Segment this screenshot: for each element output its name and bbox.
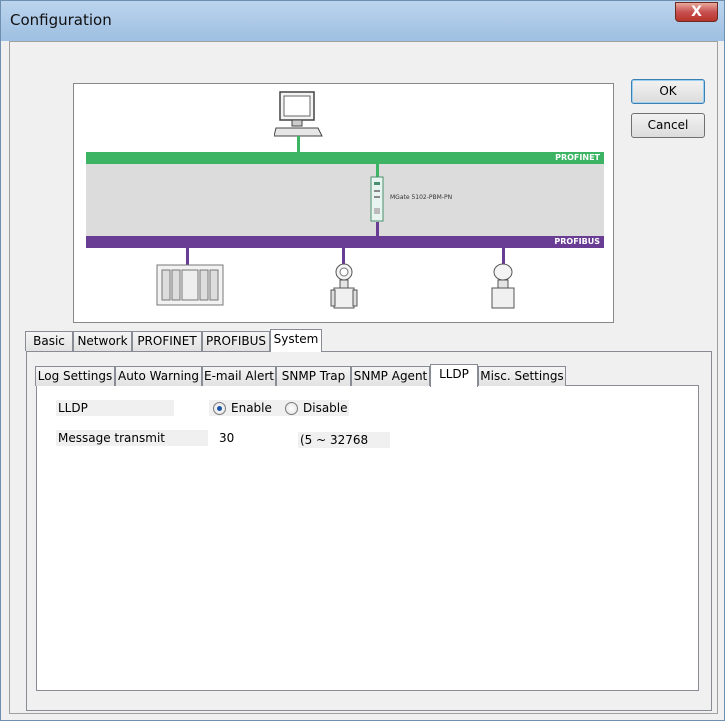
pressure-transmitter-icon — [491, 263, 515, 309]
tab-auto-warning[interactable]: Auto Warning — [115, 366, 202, 386]
profinet-bus: PROFINET — [86, 152, 604, 164]
gateway-zone — [86, 163, 604, 236]
ok-button[interactable]: OK — [631, 79, 705, 104]
gateway-device-icon — [370, 176, 384, 222]
tab-log-settings[interactable]: Log Settings — [35, 366, 115, 386]
lldp-disable-radio[interactable] — [285, 402, 298, 415]
plc-rack-icon — [156, 264, 224, 306]
profibus-bus: PROFIBUS — [86, 236, 604, 248]
window-title: Configuration — [10, 11, 112, 29]
tab-lldp[interactable]: LLDP — [430, 364, 478, 387]
profibus-label: PROFIBUS — [554, 237, 600, 246]
tab-basic[interactable]: Basic — [25, 331, 73, 351]
title-bar[interactable]: Configuration X — [1, 1, 724, 41]
lldp-label: LLDP — [56, 400, 174, 416]
message-transmit-label: Message transmit — [56, 430, 208, 446]
message-transmit-value[interactable]: 30 — [219, 430, 234, 446]
cancel-button[interactable]: Cancel — [631, 113, 705, 138]
pc-link-line — [297, 136, 300, 153]
close-button[interactable]: X — [675, 2, 718, 22]
tab-system[interactable]: System — [270, 329, 322, 352]
tab-profinet[interactable]: PROFINET — [132, 331, 202, 351]
tab-misc-settings[interactable]: Misc. Settings — [478, 366, 566, 386]
pc-icon — [274, 91, 323, 137]
message-transmit-range: (5 ~ 32768 — [298, 432, 390, 448]
configuration-window: Configuration X OK Cancel PROFINET PROFI… — [0, 0, 725, 721]
gateway-label: MGate 5102-PBM-PN — [390, 194, 453, 201]
profinet-label: PROFINET — [555, 153, 600, 162]
lldp-enable-label[interactable]: Enable — [231, 400, 272, 416]
topology-diagram: PROFINET PROFIBUS MGate 5102-PBM-PN — [73, 83, 614, 323]
gateway-profibus-link — [376, 222, 379, 236]
lldp-disable-label[interactable]: Disable — [303, 400, 348, 416]
tab-snmp-trap[interactable]: SNMP Trap — [276, 366, 351, 386]
tab-snmp-agent[interactable]: SNMP Agent — [351, 366, 430, 386]
tab-network[interactable]: Network — [73, 331, 132, 351]
flowmeter-icon — [330, 263, 358, 309]
tab-profibus[interactable]: PROFIBUS — [202, 331, 270, 351]
lldp-radio-group: Enable Disable — [209, 400, 349, 416]
tab-email-alert[interactable]: E-mail Alert — [202, 366, 276, 386]
lldp-enable-radio[interactable] — [213, 402, 226, 415]
